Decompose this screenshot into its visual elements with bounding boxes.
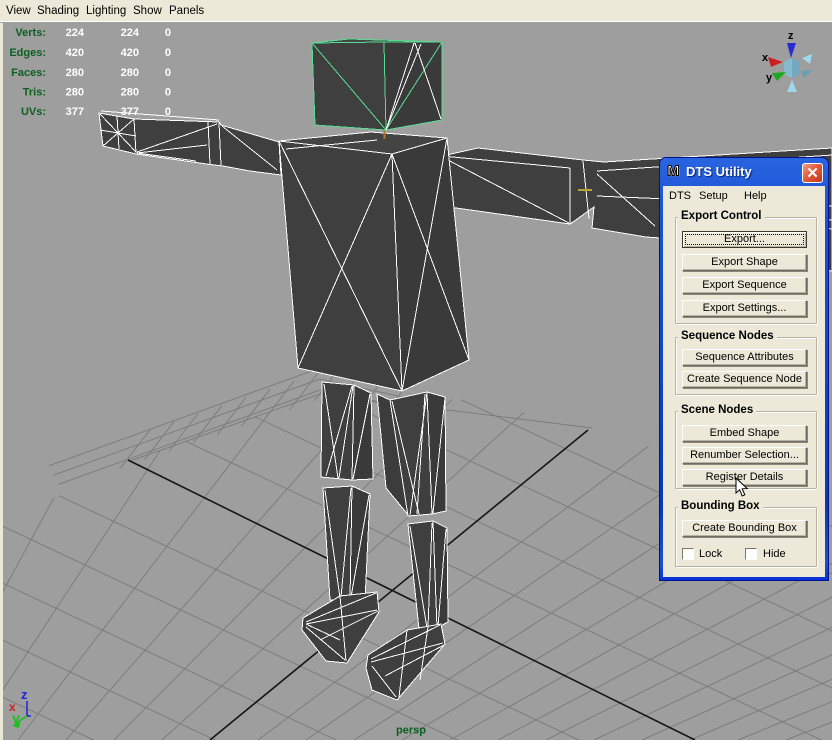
svg-text:420: 420 xyxy=(121,47,139,59)
svg-text:z: z xyxy=(788,30,794,42)
svg-text:377: 377 xyxy=(66,106,84,118)
svg-text:y: y xyxy=(766,72,773,84)
svg-text:Edges:: Edges: xyxy=(9,47,46,59)
svg-text:0: 0 xyxy=(165,87,171,99)
svg-text:280: 280 xyxy=(66,67,84,79)
svg-text:280: 280 xyxy=(121,87,139,99)
svg-text:Verts:: Verts: xyxy=(15,27,46,39)
svg-text:x: x xyxy=(762,52,769,64)
svg-text:UVs:: UVs: xyxy=(21,106,46,118)
svg-text:persp: persp xyxy=(396,725,426,737)
svg-text:224: 224 xyxy=(66,27,85,39)
svg-text:Tris:: Tris: xyxy=(23,87,46,99)
svg-text:0: 0 xyxy=(165,67,171,79)
svg-text:M: M xyxy=(667,163,679,179)
svg-text:280: 280 xyxy=(121,67,139,79)
svg-text:420: 420 xyxy=(66,47,84,59)
svg-text:377: 377 xyxy=(121,106,139,118)
svg-text:224: 224 xyxy=(121,27,140,39)
svg-text:0: 0 xyxy=(165,47,171,59)
svg-text:0: 0 xyxy=(165,106,171,118)
svg-text:0: 0 xyxy=(165,27,171,39)
svg-text:280: 280 xyxy=(66,87,84,99)
svg-text:Faces:: Faces: xyxy=(11,67,46,79)
